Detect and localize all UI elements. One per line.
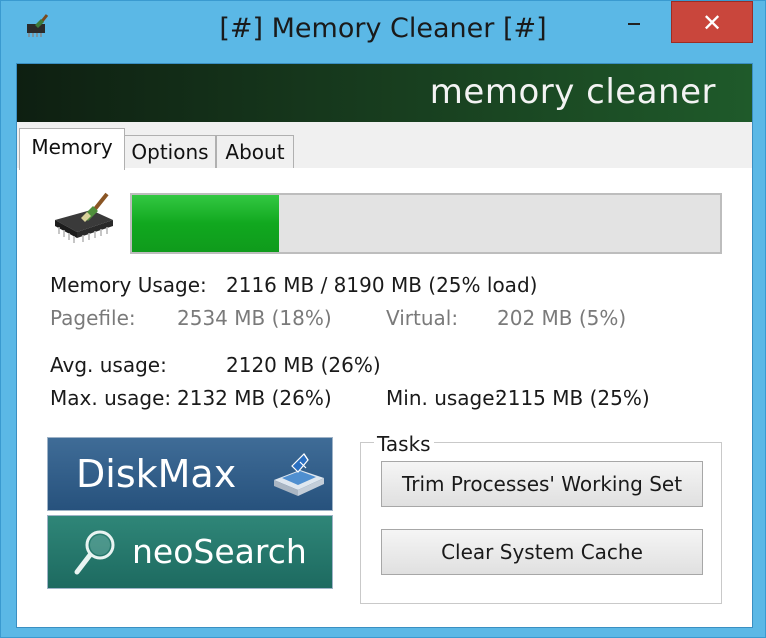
close-button[interactable]: ✕ — [671, 1, 753, 43]
clear-system-cache-button[interactable]: Clear System Cache — [381, 529, 703, 575]
avg-usage-value: 2120 MB (26%) — [226, 353, 381, 377]
title-bar: [#] Memory Cleaner [#] ✕ — [1, 1, 765, 63]
header-banner: memory cleaner — [17, 64, 752, 122]
banner-title: memory cleaner — [429, 72, 716, 112]
max-usage-value: 2132 MB (26%) — [177, 386, 332, 410]
max-usage-label: Max. usage: — [50, 386, 172, 410]
memory-usage-value: 2116 MB / 8190 MB (25% load) — [226, 273, 538, 297]
memory-load-bar — [130, 193, 722, 254]
avg-usage-label: Avg. usage: — [50, 353, 167, 377]
neosearch-promo-button[interactable]: neoSearch — [47, 515, 333, 589]
pagefile-value: 2534 MB (18%) — [177, 306, 332, 330]
minimize-button[interactable] — [614, 5, 654, 35]
magnifier-icon — [72, 528, 118, 578]
diskmax-promo-button[interactable]: DiskMax — [47, 437, 333, 511]
trim-working-set-button[interactable]: Trim Processes' Working Set — [381, 461, 703, 507]
client-area: memory cleaner Memory Options About Memo… — [16, 63, 753, 628]
pagefile-label: Pagefile: — [50, 306, 136, 330]
min-usage-value: 2115 MB (25%) — [495, 386, 650, 410]
neosearch-label: neoSearch — [132, 532, 307, 571]
tab-options[interactable]: Options — [124, 135, 216, 168]
memory-usage-label: Memory Usage: — [50, 273, 207, 297]
tab-memory[interactable]: Memory — [19, 128, 125, 170]
memory-chip-icon — [51, 190, 117, 248]
tab-about[interactable]: About — [216, 135, 294, 168]
virtual-value: 202 MB (5%) — [497, 306, 627, 330]
virtual-label: Virtual: — [386, 306, 459, 330]
memory-load-fill — [132, 195, 279, 252]
diskmax-label: DiskMax — [76, 452, 237, 496]
tasks-legend: Tasks — [374, 432, 434, 456]
disk-icon — [270, 450, 326, 498]
min-usage-label: Min. usage: — [386, 386, 502, 410]
app-window: [#] Memory Cleaner [#] ✕ memory cleaner … — [0, 0, 766, 638]
